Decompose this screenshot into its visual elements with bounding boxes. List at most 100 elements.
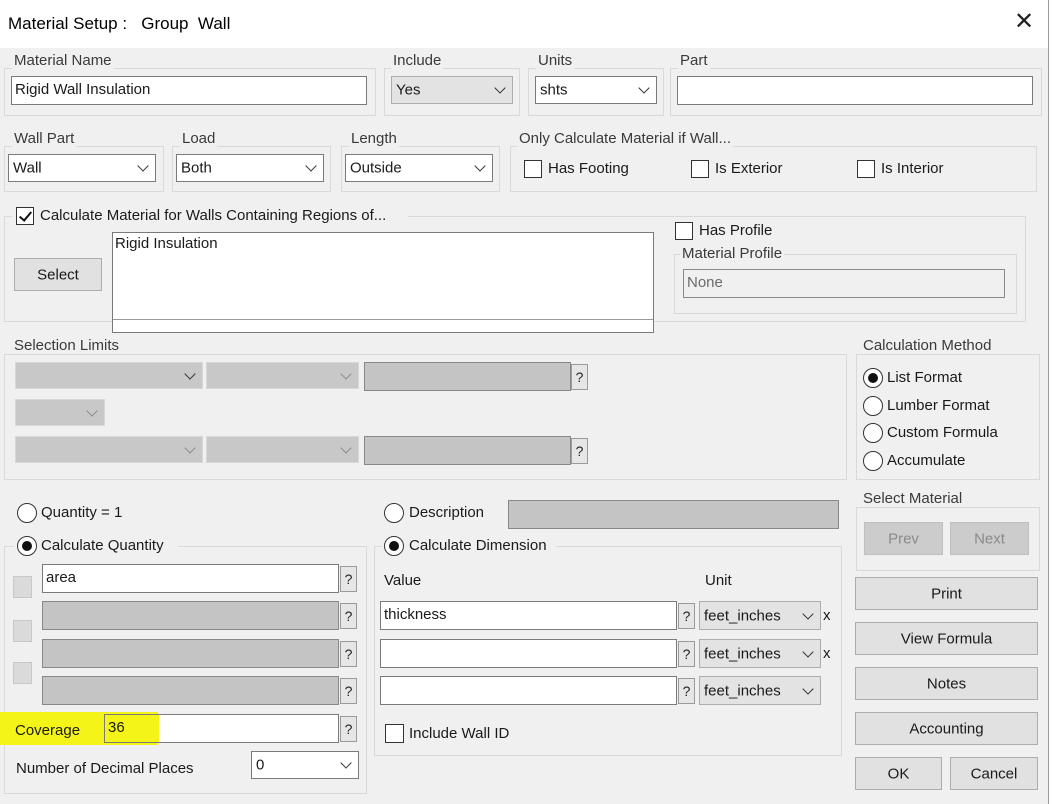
description-label: Description [409, 504, 485, 521]
notes-button[interactable]: Notes [855, 667, 1038, 700]
help-button[interactable]: ? [340, 716, 357, 742]
view-formula-button-label: View Formula [900, 630, 993, 647]
material-name-label: Material Name [12, 52, 114, 69]
chevron-down-icon [305, 160, 317, 172]
calc-dimension-radio[interactable] [384, 536, 404, 556]
coverage-input[interactable]: 36 [104, 714, 339, 743]
dimension-value-input[interactable]: thickness [380, 601, 677, 630]
prev-button-label: Prev [888, 530, 919, 547]
lumber-format-radio[interactable] [863, 396, 883, 416]
calculation-method-label: Calculation Method [861, 337, 994, 354]
units-dropdown[interactable]: shts [535, 76, 657, 104]
dimension-unit-dropdown-3[interactable]: feet_inches [699, 676, 821, 705]
decimal-places-dropdown[interactable]: 0 [251, 751, 359, 779]
has-profile-checkbox[interactable] [675, 222, 693, 240]
lumber-format-label: Lumber Format [887, 397, 990, 414]
listbox-scrollbar[interactable] [113, 319, 653, 320]
part-label: Part [678, 52, 710, 69]
calc-quantity-radio[interactable] [17, 536, 37, 556]
limit-operator-dropdown-2[interactable] [206, 436, 359, 463]
view-formula-button[interactable]: View Formula [855, 622, 1038, 655]
cancel-button[interactable]: Cancel [950, 757, 1038, 790]
quantity-formula-input[interactable]: area [42, 564, 339, 593]
regions-listbox[interactable]: Rigid Insulation [112, 232, 654, 333]
help-button[interactable]: ? [571, 364, 588, 390]
include-wall-id-checkbox[interactable] [385, 724, 404, 743]
include-dropdown[interactable]: Yes [391, 76, 513, 104]
coverage-label: Coverage [15, 722, 81, 739]
load-value: Both [181, 159, 212, 177]
help-button[interactable]: ? [340, 566, 357, 592]
is-interior-checkbox[interactable] [857, 160, 875, 178]
part-input[interactable] [677, 76, 1033, 105]
quantity-one-radio[interactable] [17, 503, 37, 523]
help-button[interactable]: ? [678, 678, 695, 704]
decimal-places-label: Number of Decimal Places [16, 760, 194, 777]
chevron-down-icon [340, 757, 352, 769]
material-profile-label: Material Profile [680, 245, 785, 262]
wall-part-dropdown[interactable]: Wall [8, 154, 156, 182]
help-button[interactable]: ? [678, 641, 695, 667]
chevron-down-icon [802, 645, 814, 658]
dimension-unit-value: feet_inches [704, 682, 781, 699]
custom-formula-radio[interactable] [863, 423, 883, 443]
accumulate-radio[interactable] [863, 451, 883, 471]
quantity-formula-input-3[interactable] [42, 639, 339, 668]
description-radio[interactable] [384, 503, 404, 523]
regions-checkbox[interactable] [16, 207, 34, 225]
has-profile-label: Has Profile [699, 222, 773, 239]
help-button[interactable]: ? [571, 438, 588, 464]
chevron-down-icon [340, 441, 352, 454]
limit-field-dropdown-2[interactable] [15, 436, 203, 463]
description-input[interactable] [508, 500, 839, 529]
help-button[interactable]: ? [340, 678, 357, 704]
select-button-label: Select [37, 266, 79, 283]
chevron-down-icon [340, 367, 352, 380]
value-column-header: Value [384, 572, 422, 589]
list-format-radio[interactable] [863, 368, 883, 388]
formula-row-toggle[interactable] [13, 662, 32, 684]
selection-limits-label: Selection Limits [12, 337, 122, 354]
help-button[interactable]: ? [340, 603, 357, 629]
limit-operator-dropdown[interactable] [206, 362, 359, 389]
print-button[interactable]: Print [855, 577, 1038, 610]
is-exterior-checkbox[interactable] [691, 160, 709, 178]
ok-button[interactable]: OK [855, 757, 942, 790]
limit-field-dropdown[interactable] [15, 362, 203, 389]
formula-row-toggle[interactable] [13, 576, 32, 598]
quantity-one-label: Quantity = 1 [41, 504, 123, 521]
close-icon[interactable]: ✕ [1012, 10, 1036, 34]
dimension-value-input-3[interactable] [380, 676, 677, 705]
multiply-sign: x [823, 607, 831, 624]
has-footing-checkbox[interactable] [524, 160, 542, 178]
quantity-formula-input-2[interactable] [42, 601, 339, 630]
is-interior-label: Is Interior [881, 160, 944, 177]
help-button[interactable]: ? [340, 641, 357, 667]
help-button[interactable]: ? [678, 603, 695, 629]
select-regions-button[interactable]: Select [14, 258, 102, 291]
has-footing-label: Has Footing [548, 160, 629, 177]
next-button[interactable]: Next [950, 522, 1029, 555]
accounting-button[interactable]: Accounting [855, 712, 1038, 745]
prev-button[interactable]: Prev [864, 522, 943, 555]
formula-row-toggle[interactable] [13, 620, 32, 642]
limit-logic-dropdown[interactable] [15, 399, 105, 426]
load-dropdown[interactable]: Both [176, 154, 324, 182]
regions-checkbox-label: Calculate Material for Walls Containing … [40, 207, 387, 224]
length-dropdown[interactable]: Outside [345, 154, 493, 182]
list-item[interactable]: Rigid Insulation [115, 235, 218, 252]
dimension-value-input-2[interactable] [380, 639, 677, 668]
include-wall-id-label: Include Wall ID [409, 725, 510, 742]
material-name-input[interactable]: Rigid Wall Insulation [11, 76, 367, 105]
quantity-formula-input-4[interactable] [42, 676, 339, 705]
limit-value-input-2[interactable] [364, 436, 571, 465]
chevron-down-icon [802, 682, 814, 695]
limit-value-input[interactable] [364, 362, 571, 391]
dimension-unit-value: feet_inches [704, 645, 781, 662]
units-label: Units [536, 52, 575, 69]
dimension-unit-dropdown[interactable]: feet_inches [699, 601, 821, 630]
calc-quantity-label: Calculate Quantity [41, 537, 164, 554]
chevron-down-icon [137, 160, 149, 172]
dimension-unit-dropdown-2[interactable]: feet_inches [699, 639, 821, 668]
cancel-button-label: Cancel [970, 765, 1018, 782]
